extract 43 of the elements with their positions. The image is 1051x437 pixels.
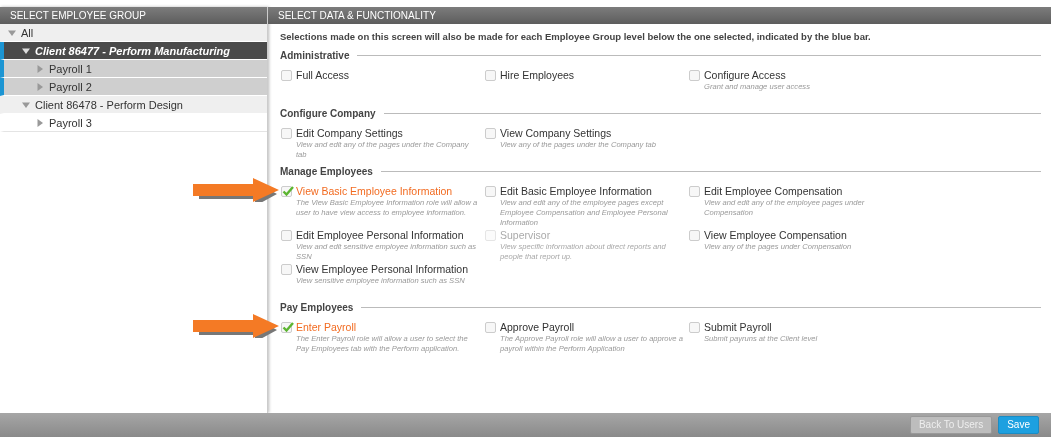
checkbox[interactable] [485,128,496,140]
option-label: Edit Employee Compensation [704,184,844,199]
panel-header: SELECT EMPLOYEE GROUP [0,7,267,24]
checkbox[interactable] [281,230,292,242]
checkbox[interactable] [689,70,700,82]
checkbox[interactable] [689,186,700,198]
tree-item[interactable]: All [0,24,267,42]
panel-header: SELECT DATA & FUNCTIONALITY [268,7,1051,24]
option-label: Supervisor [500,228,552,243]
checkbox[interactable] [281,264,292,276]
option-label: Hire Employees [500,68,575,83]
checkbox[interactable] [281,322,292,334]
option-label: Approve Payroll [500,320,576,335]
checkbox[interactable] [689,322,700,334]
section-title: Administrative [280,49,350,64]
instruction-text: Selections made on this screen will also be made for each Employee Group level below the one selected, indicated by the blue bar. [279,30,872,44]
checkbox[interactable] [485,186,496,198]
option-label: Submit Payroll [704,320,773,335]
option-label: Edit Company Settings [296,126,404,141]
tree-item[interactable]: Payroll 3 [0,114,267,132]
option-label: Full Access [296,68,350,83]
tree-item[interactable]: Client 86477 - Perform Manufacturing [0,42,267,60]
option-label: Enter Payroll [296,320,358,335]
tree-item[interactable]: Client 86478 - Perform Design [0,96,267,114]
checkbox[interactable] [689,230,700,242]
section-title: Pay Employees [280,301,354,316]
checkbox[interactable] [281,128,292,140]
section-title: Configure Company [280,107,376,122]
checkbox[interactable] [485,70,496,82]
option-label: View Basic Employee Information [296,184,454,199]
option-label: Edit Employee Personal Information [296,228,465,243]
option-label: Edit Basic Employee Information [500,184,653,199]
option-label: Configure Access [704,68,787,83]
expand-icon[interactable] [36,118,44,127]
checkbox[interactable] [281,186,292,198]
tree-item[interactable]: Payroll 2 [0,78,267,96]
option-label: View Employee Personal Information [296,262,468,277]
option-label: View Employee Compensation [704,228,848,243]
tree-item[interactable]: Payroll 1 [0,60,267,78]
option-label: View Company Settings [500,126,613,141]
section-title: Manage Employees [280,165,373,180]
checkbox[interactable] [485,322,496,334]
checkbox[interactable] [281,70,292,82]
